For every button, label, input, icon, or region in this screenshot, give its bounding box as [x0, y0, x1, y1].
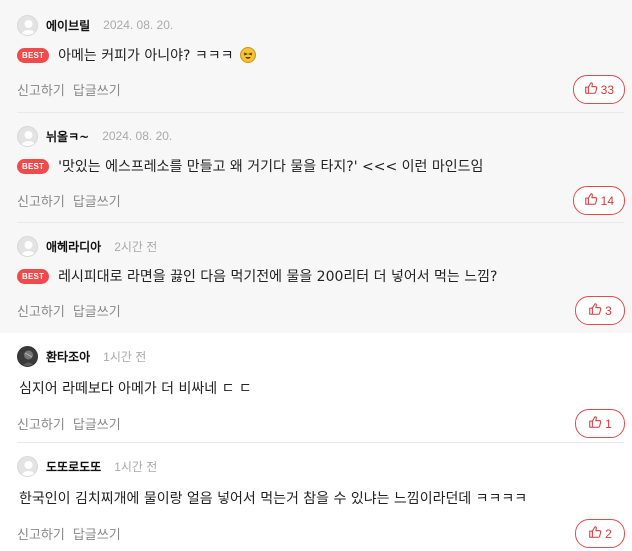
comment-item: 뉘올ㅋ~ 2024. 08. 20. BEST '맛있는 에스프레소를 만들고 … — [0, 113, 632, 223]
report-button[interactable]: 신고하기 — [17, 80, 65, 99]
nickname[interactable]: 뉘올ㅋ~ — [46, 128, 89, 145]
like-button[interactable]: 14 — [572, 186, 625, 215]
nickname[interactable]: 에이브릴 — [46, 17, 90, 34]
best-badge: BEST — [17, 47, 50, 63]
timestamp: 2시간 전 — [114, 239, 158, 254]
comment-item: 환타조아 1시간 전 심지어 라떼보다 아메가 더 비싸네 ㄷ ㄷ 신고하기 답… — [0, 333, 632, 443]
reply-button[interactable]: 답글쓰기 — [73, 80, 121, 99]
like-count: 1 — [605, 416, 612, 431]
reply-button[interactable]: 답글쓰기 — [73, 414, 121, 433]
avatar[interactable] — [17, 455, 38, 477]
avatar[interactable] — [17, 125, 38, 147]
comment-text: '맛있는 에스프레소를 만들고 왜 거기다 물을 타지?' <<< 이런 마인드… — [58, 159, 484, 175]
comment-list: 에이브릴 2024. 08. 20. BEST 아메는 커피가 아니야? ㅋㅋㅋ… — [0, 0, 632, 551]
report-button[interactable]: 신고하기 — [17, 191, 65, 210]
reply-button[interactable]: 답글쓰기 — [73, 524, 121, 543]
thumbs-up-icon — [588, 415, 602, 432]
reply-button[interactable]: 답글쓰기 — [73, 301, 121, 320]
like-count: 14 — [600, 193, 614, 208]
best-badge: BEST — [17, 158, 50, 174]
like-count: 3 — [605, 303, 612, 318]
comment-text: 아메는 커피가 아니야? ㅋㅋㅋ — [58, 45, 256, 65]
laughing-face-icon — [239, 47, 256, 63]
like-button[interactable]: 2 — [575, 519, 625, 548]
nickname[interactable]: 애헤라디아 — [46, 238, 101, 255]
timestamp: 1시간 전 — [114, 459, 158, 474]
timestamp: 2024. 08. 20. — [102, 129, 173, 143]
thumbs-up-icon — [584, 81, 598, 98]
avatar[interactable] — [17, 14, 38, 36]
comment-item: 도또로도또 1시간 전 한국인이 김치찌개에 물이랑 얼음 넣어서 먹는거 참을… — [0, 443, 632, 551]
report-button[interactable]: 신고하기 — [17, 524, 65, 543]
thumbs-up-icon — [588, 302, 602, 319]
nickname[interactable]: 환타조아 — [46, 348, 90, 365]
like-button[interactable]: 1 — [575, 409, 625, 438]
avatar[interactable] — [17, 345, 38, 367]
timestamp: 1시간 전 — [103, 349, 147, 364]
like-button[interactable]: 33 — [572, 75, 625, 104]
like-count: 2 — [605, 526, 612, 541]
reply-button[interactable]: 답글쓰기 — [73, 191, 121, 210]
report-button[interactable]: 신고하기 — [17, 414, 65, 433]
like-button[interactable]: 3 — [575, 296, 625, 325]
comment-text: 한국인이 김치찌개에 물이랑 얼음 넣어서 먹는거 참을 수 있냐는 느낌이라던… — [19, 491, 528, 507]
comment-text: 심지어 라떼보다 아메가 더 비싸네 ㄷ ㄷ — [19, 381, 252, 397]
report-button[interactable]: 신고하기 — [17, 301, 65, 320]
like-count: 33 — [600, 82, 614, 97]
avatar[interactable] — [17, 235, 38, 257]
best-badge: BEST — [17, 268, 50, 284]
timestamp: 2024. 08. 20. — [103, 18, 174, 32]
nickname[interactable]: 도또로도또 — [46, 458, 101, 475]
comment-text: 레시피대로 라면을 끓인 다음 먹기전에 물을 200리터 더 넣어서 먹는 느… — [58, 269, 498, 285]
comment-item: 애헤라디아 2시간 전 BEST 레시피대로 라면을 끓인 다음 먹기전에 물을… — [0, 223, 632, 333]
thumbs-up-icon — [588, 525, 602, 542]
comment-item: 에이브릴 2024. 08. 20. BEST 아메는 커피가 아니야? ㅋㅋㅋ… — [0, 0, 632, 113]
thumbs-up-icon — [584, 192, 598, 209]
